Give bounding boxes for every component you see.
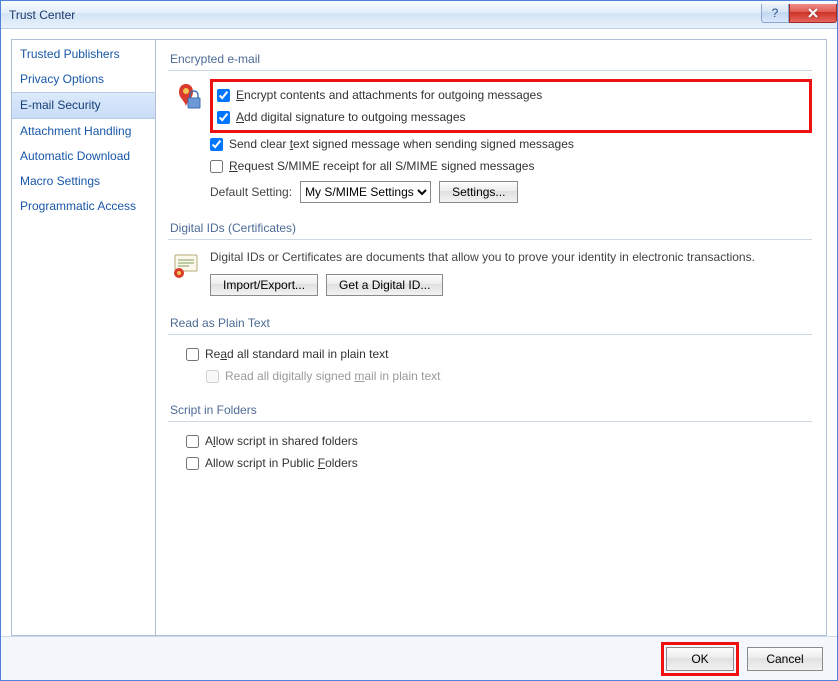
nav-programmatic-access[interactable]: Programmatic Access <box>12 194 155 219</box>
read-plain-label: Read all standard mail in plain text <box>205 345 388 363</box>
encrypt-checkbox[interactable] <box>217 89 230 102</box>
default-setting-combo[interactable]: My S/MIME Settings <box>300 181 431 203</box>
script-public-label: Allow script in Public Folders <box>205 454 358 472</box>
cleartext-label: Send clear text signed message when send… <box>229 135 574 153</box>
titlebar: Trust Center ? <box>1 1 837 29</box>
settings-button[interactable]: Settings... <box>439 181 518 203</box>
dialog-footer: OK Cancel <box>1 636 837 680</box>
sign-label: Add digital signature to outgoing messag… <box>236 108 466 126</box>
digitalids-desc: Digital IDs or Certificates are document… <box>210 248 812 270</box>
close-icon <box>807 8 819 18</box>
help-icon: ? <box>770 7 780 19</box>
nav-attachment-handling[interactable]: Attachment Handling <box>12 119 155 144</box>
script-shared-label: Allow script in shared folders <box>205 432 358 450</box>
section-encrypted-header: Encrypted e-mail <box>168 46 812 71</box>
receipt-label: Request S/MIME receipt for all S/MIME si… <box>229 157 534 175</box>
nav-sidebar: Trusted Publishers Privacy Options E-mai… <box>11 39 156 636</box>
cleartext-checkbox[interactable] <box>210 138 223 151</box>
encrypt-label: Encrypt contents and attachments for out… <box>236 86 542 104</box>
nav-trusted-publishers[interactable]: Trusted Publishers <box>12 42 155 67</box>
script-public-checkbox[interactable] <box>186 457 199 470</box>
section-plaintext-header: Read as Plain Text <box>168 310 812 335</box>
ok-button[interactable]: OK <box>666 647 734 671</box>
nav-privacy-options[interactable]: Privacy Options <box>12 67 155 92</box>
nav-automatic-download[interactable]: Automatic Download <box>12 144 155 169</box>
trust-center-window: Trust Center ? Trusted Publishers Privac… <box>0 0 838 681</box>
read-plain-checkbox[interactable] <box>186 348 199 361</box>
sign-checkbox[interactable] <box>217 111 230 124</box>
svg-text:?: ? <box>772 7 779 19</box>
import-export-button[interactable]: Import/Export... <box>210 274 318 296</box>
read-signed-plain-checkbox <box>206 370 219 383</box>
section-script-body: Allow script in shared folders Allow scr… <box>168 430 812 474</box>
certificate-icon <box>170 250 202 282</box>
receipt-checkbox[interactable] <box>210 160 223 173</box>
ok-highlight: OK <box>661 642 739 676</box>
window-title: Trust Center <box>9 8 761 22</box>
highlighted-options: Encrypt contents and attachments for out… <box>210 79 812 133</box>
dialog-body: Trusted Publishers Privacy Options E-mai… <box>1 29 837 636</box>
nav-macro-settings[interactable]: Macro Settings <box>12 169 155 194</box>
section-digitalids-body: Digital IDs or Certificates are document… <box>168 248 812 296</box>
default-setting-label: Default Setting: <box>210 185 292 199</box>
get-digital-id-button[interactable]: Get a Digital ID... <box>326 274 443 296</box>
close-button[interactable] <box>789 4 837 23</box>
help-button[interactable]: ? <box>761 4 789 23</box>
section-script-header: Script in Folders <box>168 397 812 422</box>
section-digitalids-header: Digital IDs (Certificates) <box>168 215 812 240</box>
read-signed-plain-label: Read all digitally signed mail in plain … <box>225 367 440 385</box>
script-shared-checkbox[interactable] <box>186 435 199 448</box>
nav-email-security[interactable]: E-mail Security <box>12 92 155 119</box>
ribbon-lock-icon <box>170 81 202 113</box>
section-encrypted-body: Encrypt contents and attachments for out… <box>168 79 812 203</box>
cancel-button[interactable]: Cancel <box>747 647 823 671</box>
section-plaintext-body: Read all standard mail in plain text Rea… <box>168 343 812 387</box>
content-pane: Encrypted e-mail Encrypt contents and a <box>156 39 827 636</box>
